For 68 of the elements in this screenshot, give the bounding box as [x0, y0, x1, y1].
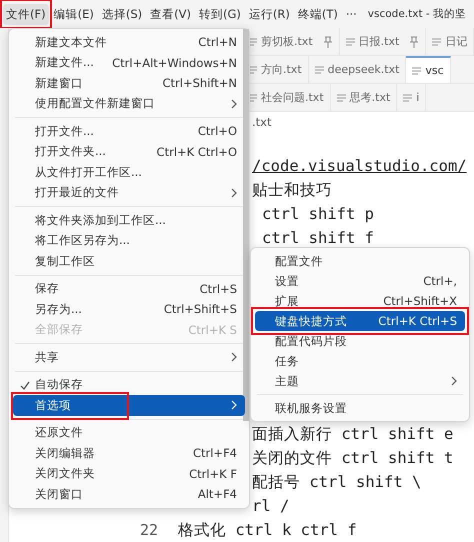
menu-item[interactable]: 保存 Ctrl+S [13, 278, 245, 299]
breadcrumb[interactable]: .txt [252, 115, 272, 129]
menu-item[interactable]: 配置文件 [255, 251, 465, 271]
menu-item[interactable]: 配置代码片段 [255, 331, 465, 351]
menu-item[interactable]: 打开最近的文件 [13, 182, 245, 203]
tab[interactable]: deepseek.txt [308, 56, 406, 83]
tab-label: 日记 [445, 34, 468, 49]
lines-icon [248, 66, 257, 74]
code-line: 贴士和技巧 [252, 180, 332, 201]
menu-item[interactable]: 转到(G) [196, 4, 244, 24]
menu-item[interactable]: 设置 Ctrl+, [255, 271, 465, 291]
code-line: ctrl shift f [262, 228, 374, 249]
menu-item[interactable]: 联机服务设置 [255, 398, 465, 418]
menu-item[interactable]: 打开文件... Ctrl+O [13, 121, 245, 142]
menu-item[interactable]: 主题 [255, 371, 465, 391]
menu-item[interactable]: 新建文本文件 Ctrl+N [13, 32, 245, 52]
lines-icon [432, 38, 442, 46]
scrollbar[interactable] [243, 29, 249, 421]
menu-item[interactable]: 选择(S) [98, 4, 146, 24]
code-line: rl / [252, 496, 290, 517]
menu-item[interactable]: 新建窗口 Ctrl+Shift+N [13, 73, 245, 94]
code-line: 面插入新行 ctrl shift e [252, 424, 454, 445]
lines-icon [314, 66, 324, 74]
lines-icon [412, 66, 422, 74]
line-number: 22 [140, 520, 160, 541]
menu-item[interactable]: 使用配置文件新建窗口 [13, 94, 245, 114]
menu-item[interactable]: 共享 [13, 347, 245, 368]
tab[interactable]: vsc [406, 56, 451, 83]
lines-icon [336, 94, 346, 102]
menu-item[interactable]: ··· [342, 4, 360, 24]
menu-item[interactable]: 还原文件 [13, 422, 245, 443]
menu-item[interactable]: 运行(R) [246, 4, 293, 24]
tab-label: i [416, 91, 420, 104]
menu-item[interactable]: 另存为... Ctrl+Shift+S [13, 299, 245, 320]
menu-item[interactable]: 关闭编辑器 Ctrl+F4 [13, 443, 245, 464]
menu-item[interactable]: 新建文件... Ctrl+Alt+Windows+N [13, 52, 245, 73]
tab[interactable]: 思考.txt [330, 84, 398, 111]
menu-item[interactable]: 自动保存 [13, 374, 245, 395]
code-line: 关闭的文件 ctrl shift t [252, 448, 454, 469]
link[interactable]: /code.visualstudio.com/ [252, 154, 467, 178]
menu-item[interactable]: 关闭文件夹 Ctrl+K F [13, 464, 245, 484]
code-line: 配括号 ctrl shift \ [252, 472, 422, 493]
menu-item[interactable]: 打开文件夹... Ctrl+K Ctrl+O [13, 142, 245, 162]
menu-item[interactable]: 从文件打开工作区... [13, 162, 245, 182]
menu-item[interactable]: 任务 [255, 351, 465, 371]
tab-label: 思考.txt [350, 90, 390, 105]
tab[interactable]: 日报.txt [340, 28, 426, 55]
tab-label: 日报.txt [358, 34, 400, 49]
lines-icon [248, 94, 257, 102]
menu-item[interactable]: 扩展 Ctrl+Shift+X [255, 291, 465, 311]
tab-label: 剪切板.txt [261, 34, 313, 49]
menu-item[interactable]: 终端(T) [294, 4, 341, 24]
menu-item[interactable]: 编辑(E) [50, 4, 97, 24]
menu-item[interactable]: 查看(V) [147, 4, 194, 24]
lines-icon [346, 38, 355, 46]
lines-icon [403, 94, 412, 102]
menu-item[interactable]: 关闭窗口 Alt+F4 [13, 484, 245, 504]
menu-item[interactable]: 将工作区另存为... [13, 230, 245, 251]
tab-label: deepseek.txt [328, 63, 400, 76]
tab-label: 方向.txt [261, 62, 302, 77]
menu-item[interactable]: 复制工作区 [13, 251, 245, 272]
tab-label: 社会问题.txt [261, 90, 324, 105]
menu-item[interactable]: 将文件夹添加到工作区... [13, 210, 245, 230]
tab-label: vsc [425, 64, 444, 77]
lines-icon [248, 38, 257, 46]
code-line: ctrl shift p [262, 204, 374, 225]
window-title: vscode.txt - 我的坚 [368, 7, 466, 21]
code-line: 格式化 ctrl k ctrl f [178, 520, 357, 541]
